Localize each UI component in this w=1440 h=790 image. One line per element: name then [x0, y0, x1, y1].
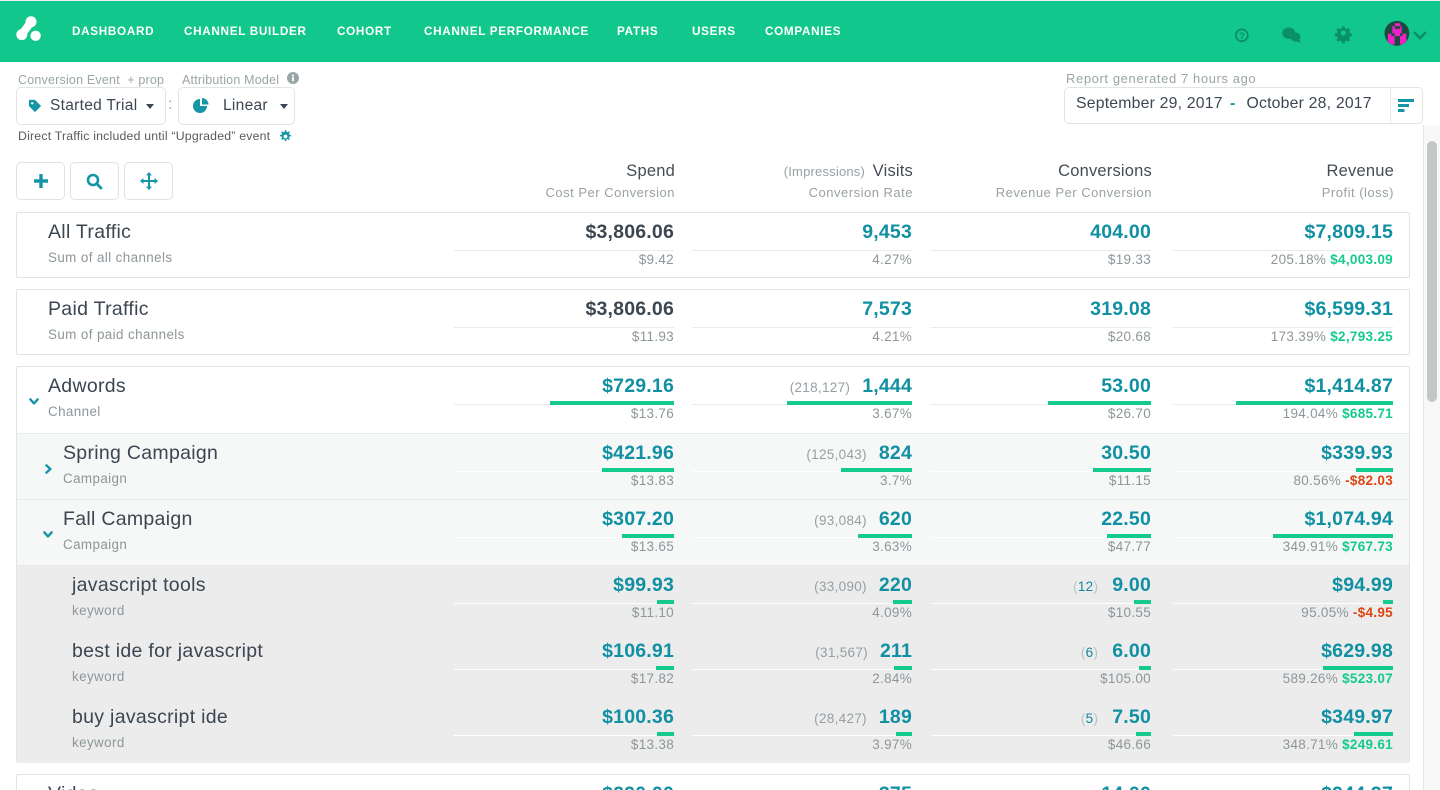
svg-text:?: ? — [1239, 31, 1245, 42]
